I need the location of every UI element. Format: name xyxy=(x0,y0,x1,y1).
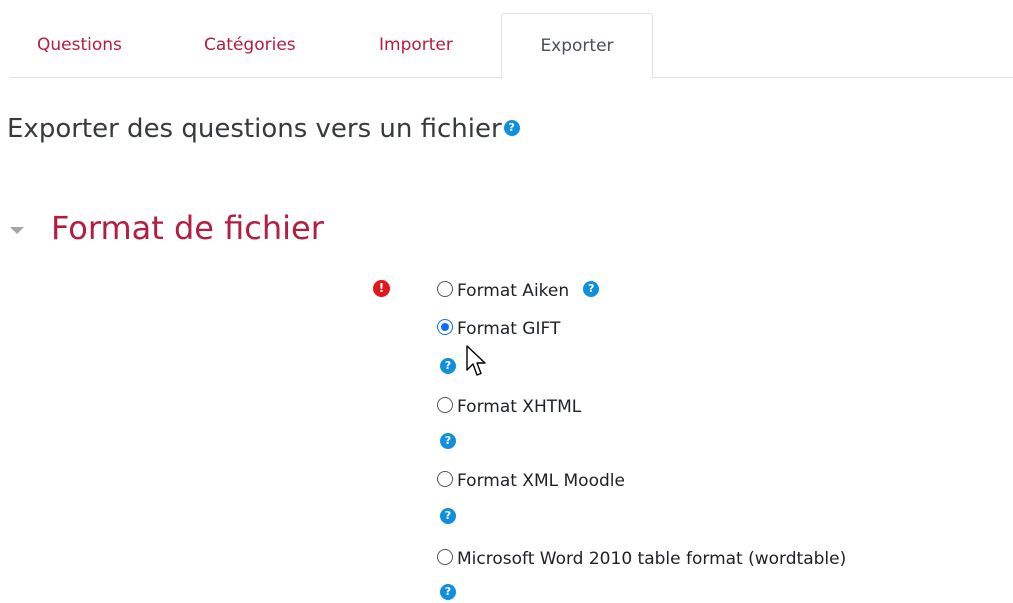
radio-format-wordtable[interactable] xyxy=(437,549,453,565)
mouse-pointer-icon xyxy=(466,345,486,376)
tab-categories[interactable]: Catégories xyxy=(204,13,296,78)
format-option-xml-moodle: Format XML Moodle xyxy=(437,468,625,494)
format-option-label[interactable]: Format Aiken xyxy=(457,281,569,301)
help-icon[interactable]: ? xyxy=(440,433,456,449)
format-option-label[interactable]: Format XML Moodle xyxy=(457,471,625,491)
help-icon[interactable]: ? xyxy=(583,281,600,297)
format-option-wordtable: Microsoft Word 2010 table format (wordta… xyxy=(437,546,846,572)
radio-format-aiken[interactable] xyxy=(437,281,453,297)
format-option-gift: Format GIFT xyxy=(437,316,560,342)
radio-format-xml-moodle[interactable] xyxy=(437,471,453,487)
export-tabs: Questions Catégories Importer Exporter xyxy=(10,13,1013,79)
page-title-text: Exporter des questions vers un fichier xyxy=(7,114,502,144)
format-option-aiken: Format Aiken? xyxy=(437,278,600,304)
tab-export[interactable]: Exporter xyxy=(501,13,653,79)
required-icon: ! xyxy=(373,280,390,297)
radio-format-gift[interactable] xyxy=(437,319,453,335)
help-icon[interactable]: ? xyxy=(440,508,456,524)
help-icon[interactable]: ? xyxy=(440,358,456,374)
tab-questions[interactable]: Questions xyxy=(37,13,122,78)
chevron-down-icon[interactable] xyxy=(10,227,24,234)
page-title: Exporter des questions vers un fichier? xyxy=(7,108,520,150)
help-icon[interactable]: ? xyxy=(440,584,456,600)
format-option-xhtml: Format XHTML xyxy=(437,394,581,420)
format-option-label[interactable]: Format GIFT xyxy=(457,319,560,339)
format-option-label[interactable]: Format XHTML xyxy=(457,397,581,417)
section-title: Format de fichier xyxy=(51,209,324,247)
help-icon[interactable]: ? xyxy=(503,119,520,136)
tab-import[interactable]: Importer xyxy=(379,13,453,78)
format-option-label[interactable]: Microsoft Word 2010 table format (wordta… xyxy=(457,549,846,569)
radio-format-xhtml[interactable] xyxy=(437,397,453,413)
